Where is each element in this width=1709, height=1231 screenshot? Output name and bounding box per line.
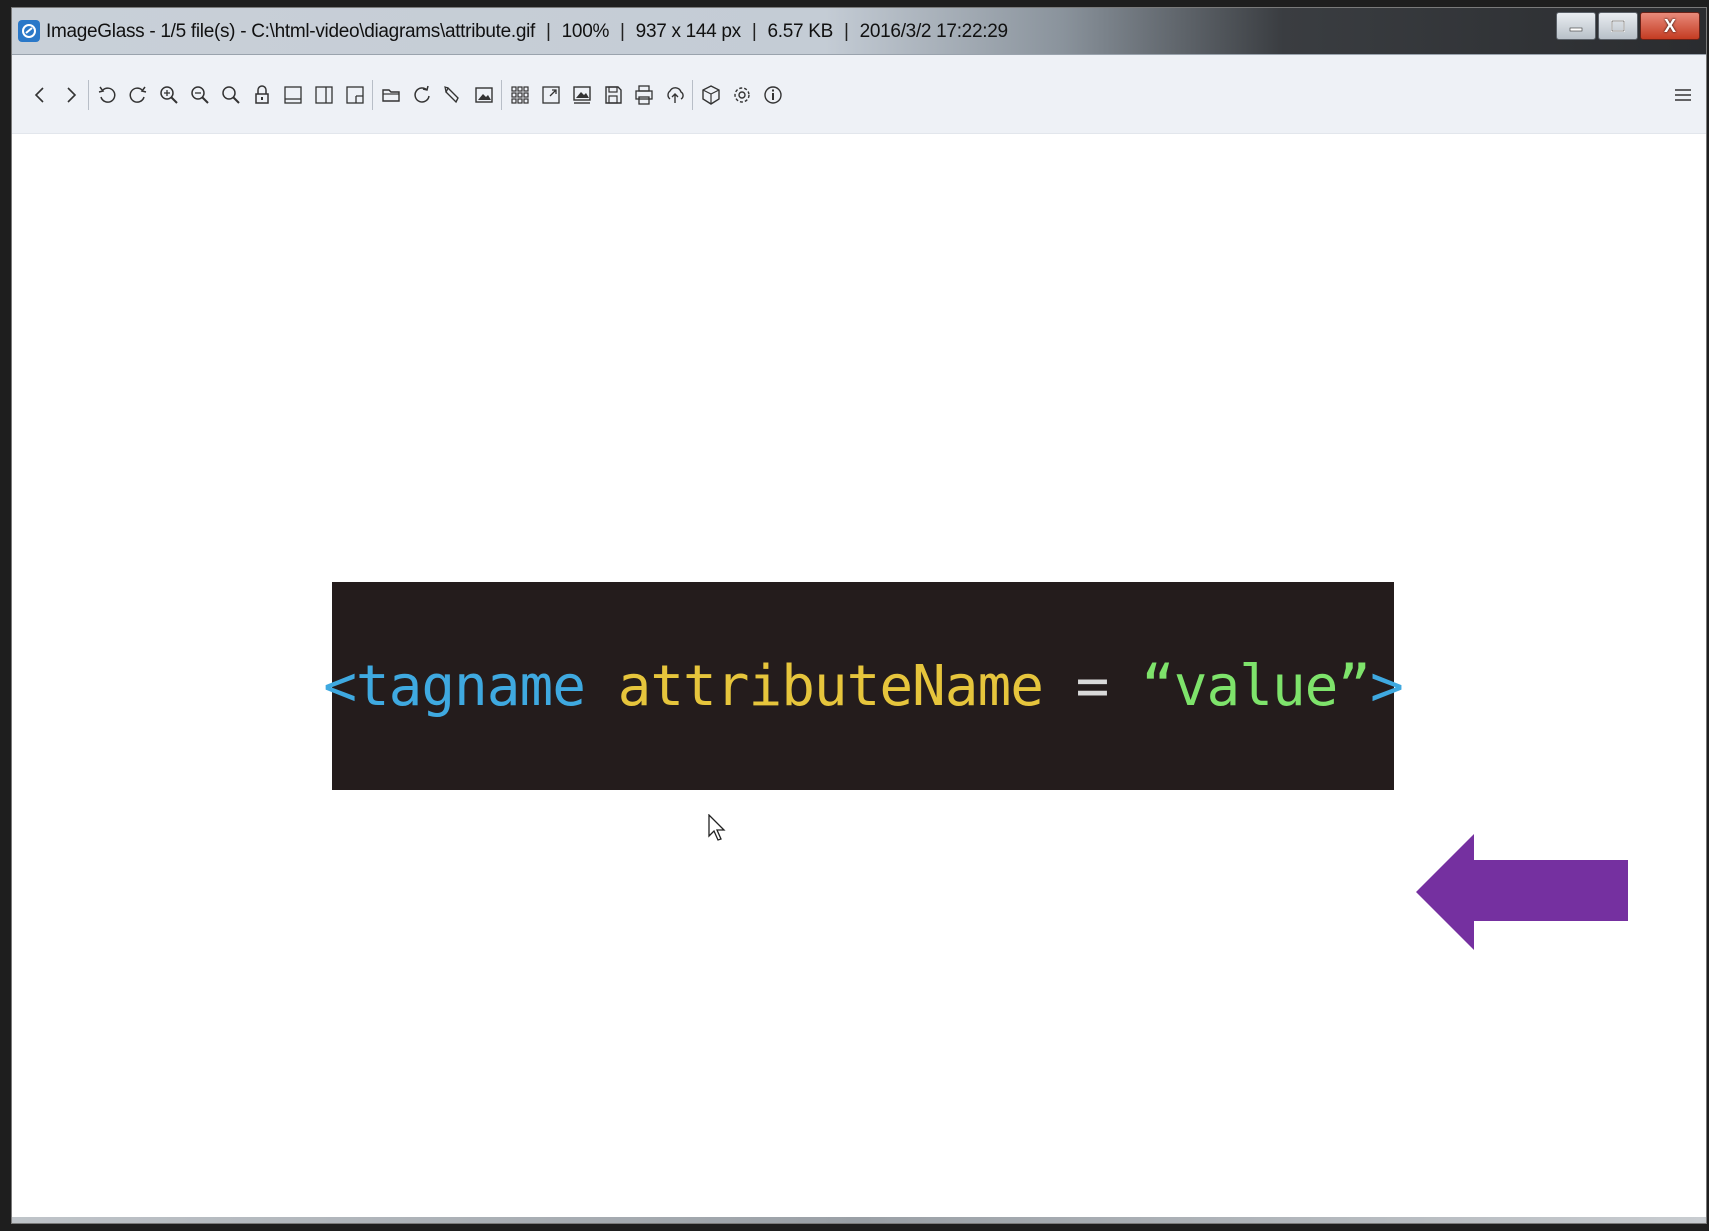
open-file-icon (381, 89, 400, 102)
imageglass-app-icon[interactable] (18, 20, 40, 42)
toolbar-separator (372, 80, 373, 110)
code-equals: = (1075, 653, 1110, 719)
title-separator: | (844, 21, 849, 42)
zoom-out-icon (190, 86, 209, 104)
previous-icon (34, 87, 44, 103)
thumbnail-button[interactable] (504, 79, 535, 111)
mouse-cursor-icon (708, 814, 726, 841)
upload-icon (666, 87, 684, 103)
toolbar-separator (692, 80, 693, 110)
wallpaper-icon (474, 87, 493, 103)
rotate-right-button[interactable] (122, 79, 153, 111)
image-viewer[interactable]: <tagname attributeName = “value” > (12, 134, 1706, 1223)
upload-button[interactable] (659, 79, 690, 111)
app-name: ImageGlass (46, 21, 145, 42)
zoom-in-icon (159, 86, 178, 104)
open-file-button[interactable] (375, 79, 406, 111)
code-value: “value” (1141, 653, 1371, 719)
rotate-left-icon (98, 86, 115, 103)
convert-icon (604, 86, 622, 104)
window-title: ImageGlass - 1/5 file(s) - C:\html-video… (46, 20, 1008, 44)
modified-date: 2016/3/2 17:22:29 (859, 21, 1008, 42)
title-dash: - (149, 21, 161, 42)
auto-zoom-icon (283, 86, 302, 104)
file-index: 1/5 file(s) (160, 21, 236, 42)
zoom-out-button[interactable] (184, 79, 215, 111)
refresh-button[interactable] (406, 79, 437, 111)
next-button[interactable] (55, 79, 86, 111)
minimize-button[interactable] (1556, 12, 1596, 40)
slideshow-button[interactable] (566, 79, 597, 111)
next-icon (66, 87, 76, 103)
lock-zoom-button[interactable] (246, 79, 277, 111)
refresh-icon (413, 85, 430, 103)
lock-zoom-icon (254, 85, 269, 104)
thumbnail-icon (510, 86, 529, 104)
settings-button[interactable] (726, 79, 757, 111)
edit-icon (443, 86, 459, 104)
close-button[interactable]: X (1640, 12, 1700, 40)
file-path: C:\html-video\diagrams\attribute.gif (251, 21, 536, 42)
convert-button[interactable] (597, 79, 628, 111)
slideshow-icon (572, 86, 591, 104)
fit-width-icon (314, 86, 333, 104)
settings-icon (733, 87, 750, 103)
toolbar (12, 55, 1706, 134)
code-tag-open: <tagname (323, 653, 586, 719)
toolbar-separator (501, 80, 502, 110)
displayed-image: <tagname attributeName = “value” > (323, 582, 1404, 790)
title-dash: - (240, 21, 252, 42)
maximize-icon (1611, 20, 1625, 32)
title-bar[interactable]: ImageGlass - 1/5 file(s) - C:\html-video… (12, 8, 1706, 55)
rotate-left-button[interactable] (91, 79, 122, 111)
fit-width-button[interactable] (308, 79, 339, 111)
title-separator: | (751, 21, 757, 42)
maximize-button[interactable] (1598, 12, 1638, 40)
minimize-icon (1569, 27, 1583, 32)
file-size: 6.57 KB (767, 21, 834, 42)
fullscreen-icon (541, 86, 560, 104)
previous-button[interactable] (24, 79, 55, 111)
fullscreen-button[interactable] (535, 79, 566, 111)
actual-size-button[interactable] (215, 79, 246, 111)
actual-size-icon (221, 86, 240, 104)
rotate-right-icon (129, 86, 146, 103)
title-separator: | (546, 21, 551, 42)
code-attribute-name: attributeName (617, 653, 1044, 719)
extension-icon (701, 85, 720, 105)
wallpaper-button[interactable] (468, 79, 499, 111)
zoom-in-button[interactable] (153, 79, 184, 111)
extension-button[interactable] (695, 79, 726, 111)
toolbar-buttons (24, 79, 788, 111)
title-separator: | (620, 21, 625, 42)
print-button[interactable] (628, 79, 659, 111)
code-tag-close: > (1370, 653, 1404, 719)
hamburger-menu-icon (1675, 89, 1691, 101)
zoom-level: 100% (561, 21, 610, 42)
close-icon: X (1663, 15, 1676, 36)
edit-button[interactable] (437, 79, 468, 111)
toolbar-separator (88, 80, 89, 110)
about-icon (763, 86, 782, 104)
image-dimensions: 937 x 144 px (635, 21, 742, 42)
left-arrow-icon (1416, 834, 1628, 950)
about-button[interactable] (757, 79, 788, 111)
window-controls: X (1556, 12, 1700, 40)
fit-height-icon (345, 86, 364, 104)
print-icon (634, 85, 653, 105)
auto-zoom-button[interactable] (277, 79, 308, 111)
imageglass-window: ImageGlass - 1/5 file(s) - C:\html-video… (12, 8, 1706, 1223)
window-bottom-border (12, 1217, 1706, 1223)
fit-height-button[interactable] (339, 79, 370, 111)
main-menu-button[interactable] (1668, 79, 1698, 111)
